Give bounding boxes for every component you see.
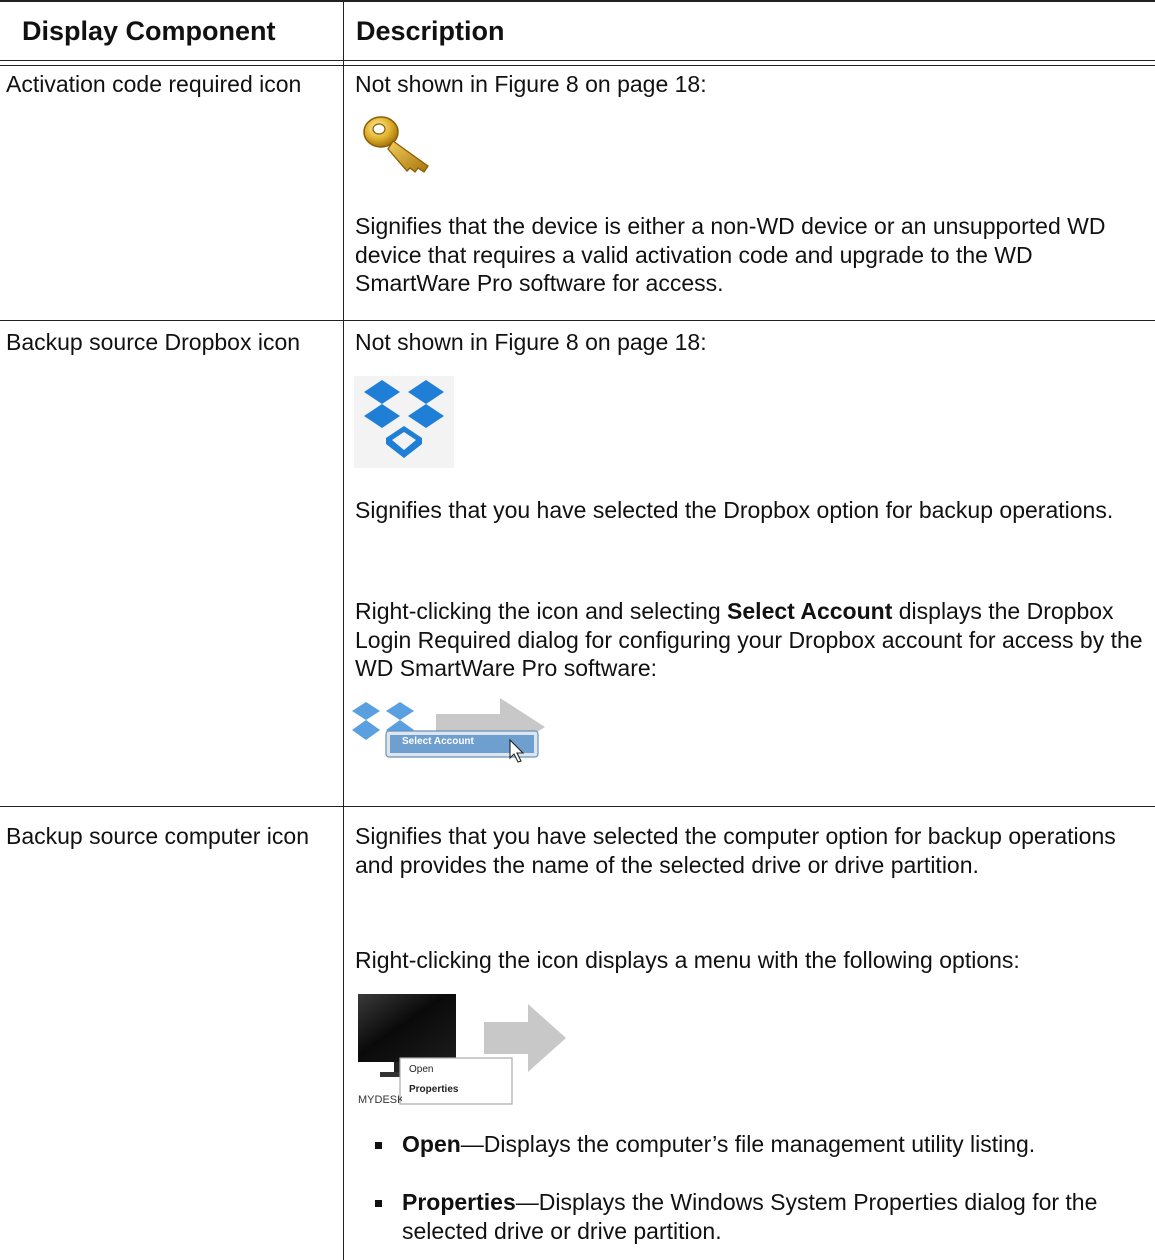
select-account-menu-item: Select Account bbox=[402, 736, 474, 747]
bullet-properties-term: Properties bbox=[402, 1189, 516, 1215]
header-description: Description bbox=[356, 16, 505, 46]
row-divider-2 bbox=[0, 806, 1155, 807]
header-display-component: Display Component bbox=[22, 16, 276, 46]
row-activation-not-shown: Not shown in Figure 8 on page 18: bbox=[355, 71, 707, 97]
row-dropbox-right-click: Right-clicking the icon and selecting Se… bbox=[355, 597, 1150, 683]
right-click-text-pre: Right-clicking the icon and selecting bbox=[355, 598, 728, 624]
key-icon bbox=[358, 108, 438, 178]
column-divider bbox=[343, 0, 344, 1260]
computer-name-label: MYDESKTOP bbox=[358, 1094, 402, 1106]
table-header: Display Component Description bbox=[0, 0, 1155, 64]
row-divider-1 bbox=[0, 320, 1155, 321]
row-dropbox-not-shown: Not shown in Figure 8 on page 18: bbox=[355, 329, 707, 355]
row-activation-component: Activation code required icon bbox=[6, 71, 302, 97]
computer-menu-preview: Open Properties MYDESKTOP bbox=[356, 990, 576, 1106]
dropbox-icon bbox=[354, 376, 454, 468]
bullet-square-icon bbox=[375, 1142, 382, 1149]
header-rule-top bbox=[0, 60, 1155, 61]
bullet-open-text: —Displays the computer’s file management… bbox=[460, 1131, 1036, 1157]
menu-item-properties: Properties bbox=[409, 1084, 459, 1095]
header-rule-bottom bbox=[0, 65, 1155, 66]
dropbox-select-account-preview: Select Account bbox=[350, 692, 550, 764]
row-computer-description: Signifies that you have selected the com… bbox=[355, 823, 1116, 878]
row-dropbox-component: Backup source Dropbox icon bbox=[6, 329, 301, 355]
bullet-square-icon bbox=[375, 1200, 382, 1207]
select-account-term: Select Account bbox=[727, 598, 893, 624]
menu-item-open: Open bbox=[409, 1064, 434, 1075]
row-computer-right-click: Right-clicking the icon displays a menu … bbox=[355, 947, 1020, 973]
row-dropbox-description: Signifies that you have selected the Dro… bbox=[355, 497, 1114, 523]
bullet-open-term: Open bbox=[402, 1131, 461, 1157]
row-computer-component: Backup source computer icon bbox=[6, 823, 309, 849]
row-activation-description: Signifies that the device is either a no… bbox=[355, 213, 1106, 296]
